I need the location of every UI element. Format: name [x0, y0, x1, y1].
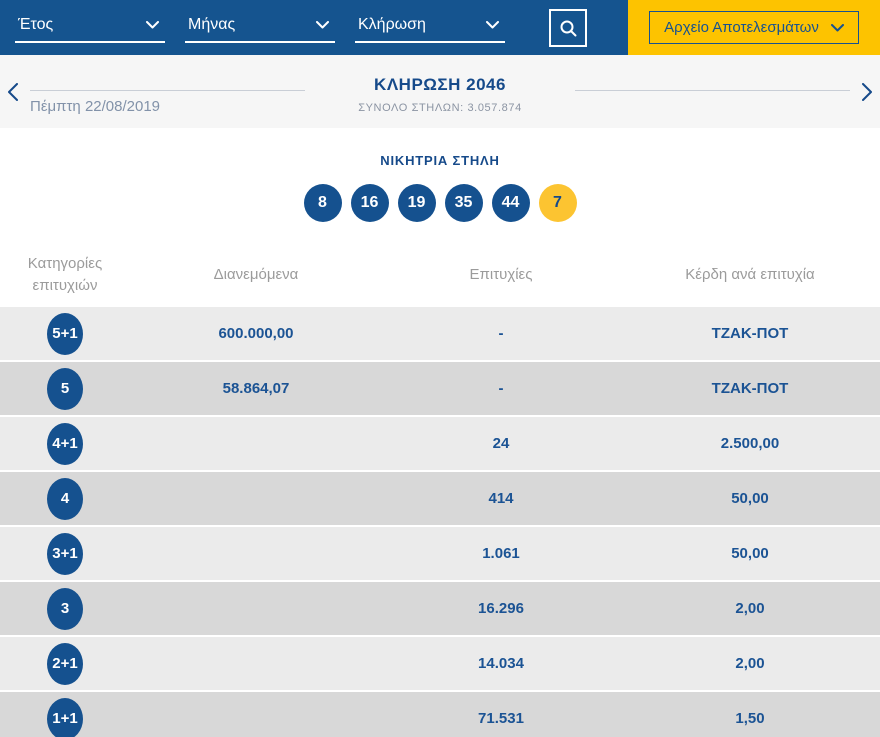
- wins-value: 1.061: [382, 545, 620, 562]
- wins-value: 14.034: [382, 655, 620, 672]
- header-categories: Κατηγορίες επιτυχιών: [0, 253, 130, 297]
- prize-value: ΤΖΑΚ-ΠΟΤ: [620, 325, 880, 342]
- category-badge: 4: [47, 478, 83, 520]
- search-button[interactable]: [549, 9, 587, 47]
- chevron-right-icon: [862, 83, 872, 101]
- wins-value: -: [382, 325, 620, 342]
- wins-value: 16.296: [382, 600, 620, 617]
- distributed-value: 58.864,07: [130, 380, 382, 397]
- winning-column-label: ΝΙΚΗΤΡΙΑ ΣΤΗΛΗ: [0, 153, 880, 168]
- header-distributed: Διανεμόμενα: [130, 264, 382, 286]
- table-row: 1+1 71.531 1,50: [0, 692, 880, 737]
- results-table: Κατηγορίες επιτυχιών Διανεμόμενα Επιτυχί…: [0, 243, 880, 737]
- table-row: 2+1 14.034 2,00: [0, 637, 880, 690]
- results-archive-label: Αρχείο Αποτελεσμάτων: [664, 19, 819, 36]
- table-header-row: Κατηγορίες επιτυχιών Διανεμόμενα Επιτυχί…: [0, 243, 880, 307]
- draw-header: Πέμπτη 22/08/2019 ΚΛΗΡΩΣΗ 2046 ΣΥΝΟΛΟ ΣΤ…: [0, 55, 880, 128]
- prize-value: ΤΖΑΚ-ΠΟΤ: [620, 380, 880, 397]
- prize-value: 2,00: [620, 655, 880, 672]
- prize-value: 50,00: [620, 545, 880, 562]
- chevron-down-icon: [146, 21, 159, 29]
- wins-value: -: [382, 380, 620, 397]
- table-row: 3 16.296 2,00: [0, 582, 880, 635]
- month-dropdown[interactable]: Μήνας: [185, 16, 335, 43]
- chevron-down-icon: [316, 21, 329, 29]
- category-badge: 4+1: [47, 423, 83, 465]
- winning-number: 44: [492, 184, 530, 222]
- prize-value: 2.500,00: [620, 435, 880, 452]
- prize-value: 2,00: [620, 600, 880, 617]
- table-row: 4+1 24 2.500,00: [0, 417, 880, 470]
- category-badge: 3: [47, 588, 83, 630]
- category-badge: 2+1: [47, 643, 83, 685]
- prize-value: 1,50: [620, 710, 880, 727]
- year-dropdown-label: Έτος: [18, 16, 53, 34]
- header-prize: Κέρδη ανά επιτυχία: [620, 264, 880, 286]
- category-badge: 5: [47, 368, 83, 410]
- winning-number: 19: [398, 184, 436, 222]
- table-row: 5+1 600.000,00 - ΤΖΑΚ-ΠΟΤ: [0, 307, 880, 360]
- wins-value: 414: [382, 490, 620, 507]
- total-columns: ΣΥΝΟΛΟ ΣΤΗΛΩΝ: 3.057.874: [0, 102, 880, 114]
- table-row: 4 414 50,00: [0, 472, 880, 525]
- winning-number: 35: [445, 184, 483, 222]
- distributed-value: 600.000,00: [130, 325, 382, 342]
- winning-number: 16: [351, 184, 389, 222]
- month-dropdown-label: Μήνας: [188, 16, 235, 34]
- draw-title: ΚΛΗΡΩΣΗ 2046: [0, 75, 880, 95]
- winning-column-section: ΝΙΚΗΤΡΙΑ ΣΤΗΛΗ 8 16 19 35 44 7: [0, 128, 880, 243]
- category-badge: 1+1: [47, 698, 83, 737]
- table-row: 3+1 1.061 50,00: [0, 527, 880, 580]
- prize-value: 50,00: [620, 490, 880, 507]
- search-icon: [559, 19, 578, 38]
- header-wins: Επιτυχίες: [382, 264, 620, 286]
- category-badge: 5+1: [47, 313, 83, 355]
- draw-title-block: ΚΛΗΡΩΣΗ 2046 ΣΥΝΟΛΟ ΣΤΗΛΩΝ: 3.057.874: [0, 75, 880, 114]
- table-row: 5 58.864,07 - ΤΖΑΚ-ΠΟΤ: [0, 362, 880, 415]
- filter-dropdowns: Έτος Μήνας Κλήρωση: [0, 0, 505, 55]
- joker-number: 7: [539, 184, 577, 222]
- filter-bar: Έτος Μήνας Κλήρωση Αρχείο Αποτελεσμάτων: [0, 0, 880, 55]
- winning-number: 8: [304, 184, 342, 222]
- wins-value: 71.531: [382, 710, 620, 727]
- category-badge: 3+1: [47, 533, 83, 575]
- wins-value: 24: [382, 435, 620, 452]
- results-archive-button[interactable]: Αρχείο Αποτελεσμάτων: [649, 11, 859, 44]
- divider-line: [575, 90, 850, 91]
- archive-panel: Αρχείο Αποτελεσμάτων: [628, 0, 880, 55]
- winning-numbers: 8 16 19 35 44 7: [0, 184, 880, 222]
- draw-dropdown[interactable]: Κλήρωση: [355, 16, 505, 43]
- chevron-down-icon: [486, 21, 499, 29]
- chevron-down-icon: [831, 24, 844, 32]
- year-dropdown[interactable]: Έτος: [15, 16, 165, 43]
- draw-dropdown-label: Κλήρωση: [358, 16, 426, 34]
- next-draw-button[interactable]: [862, 83, 872, 101]
